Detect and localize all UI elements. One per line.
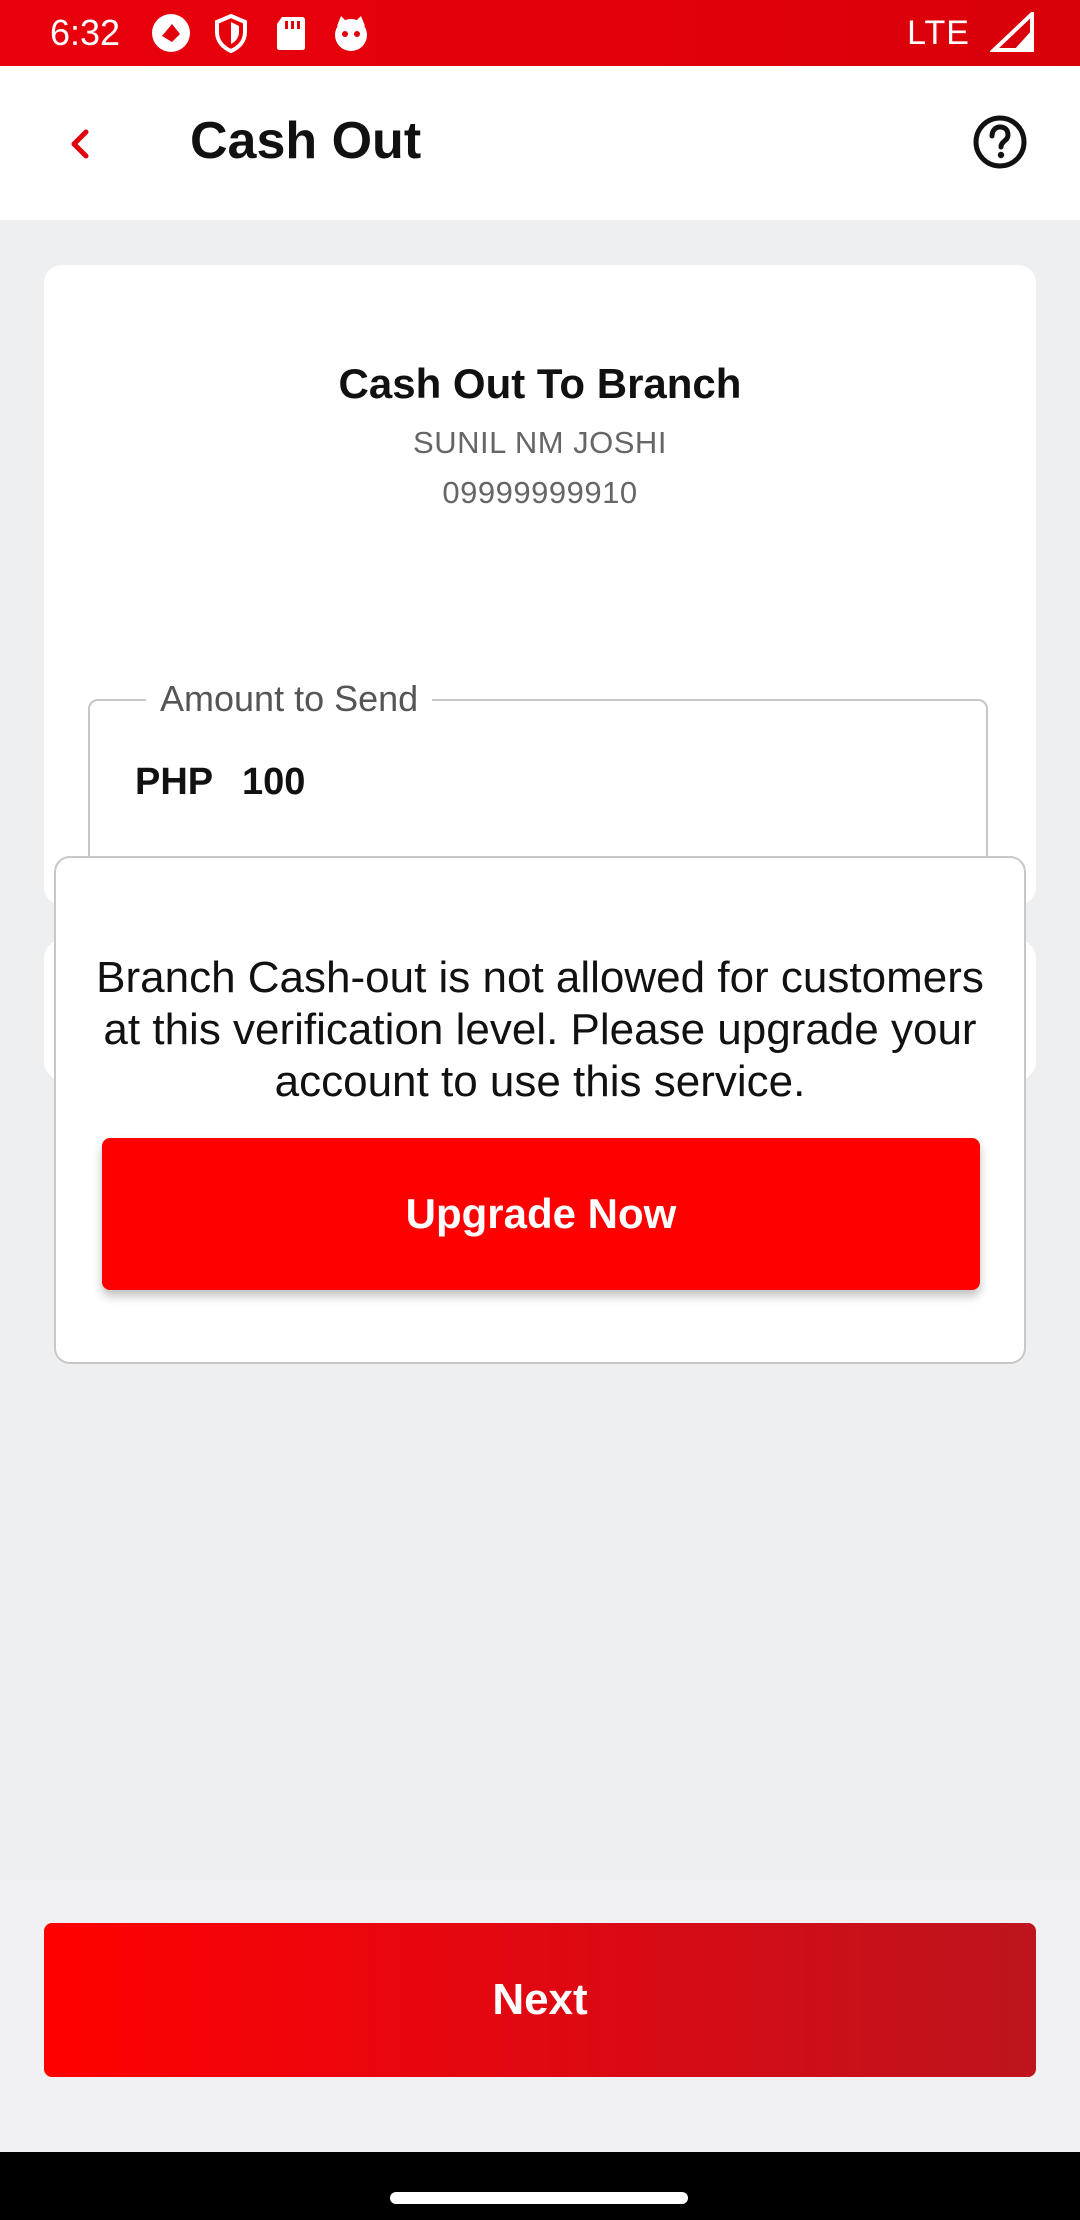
next-button[interactable]: Next xyxy=(44,1923,1036,2077)
help-circle-icon xyxy=(973,115,1027,169)
card-title: Cash Out To Branch xyxy=(338,360,742,407)
cat-face-icon xyxy=(330,12,372,54)
app-icon xyxy=(150,12,192,54)
upgrade-now-button[interactable]: Upgrade Now xyxy=(102,1138,980,1290)
status-bar: 6:32 LTE xyxy=(0,0,1080,66)
signal-icon xyxy=(990,12,1034,52)
app-bar: Cash Out xyxy=(0,66,1080,220)
recipient-phone: 09999999910 xyxy=(442,475,638,510)
page-title: Cash Out xyxy=(190,112,422,170)
dialog-message: Branch Cash-out is not allowed for custo… xyxy=(96,953,984,1106)
amount-value[interactable]: 100 xyxy=(242,761,305,804)
status-time: 6:32 xyxy=(50,12,121,53)
shield-icon xyxy=(210,12,252,54)
upgrade-dialog: Branch Cash-out is not allowed for custo… xyxy=(54,856,1026,1364)
network-type: LTE xyxy=(907,14,970,52)
help-button[interactable] xyxy=(970,112,1030,172)
back-button[interactable] xyxy=(50,114,110,174)
amount-currency: PHP xyxy=(135,761,214,803)
system-nav-bar xyxy=(0,2152,1080,2220)
home-gesture-handle[interactable] xyxy=(390,2192,688,2204)
sd-card-icon xyxy=(270,12,312,54)
status-notification-icons xyxy=(150,12,372,54)
chevron-left-icon xyxy=(71,129,89,159)
cash-out-card: Cash Out To Branch SUNIL NM JOSHI 099999… xyxy=(44,265,1036,905)
amount-label: Amount to Send xyxy=(146,677,433,721)
recipient-name: SUNIL NM JOSHI xyxy=(413,425,667,460)
